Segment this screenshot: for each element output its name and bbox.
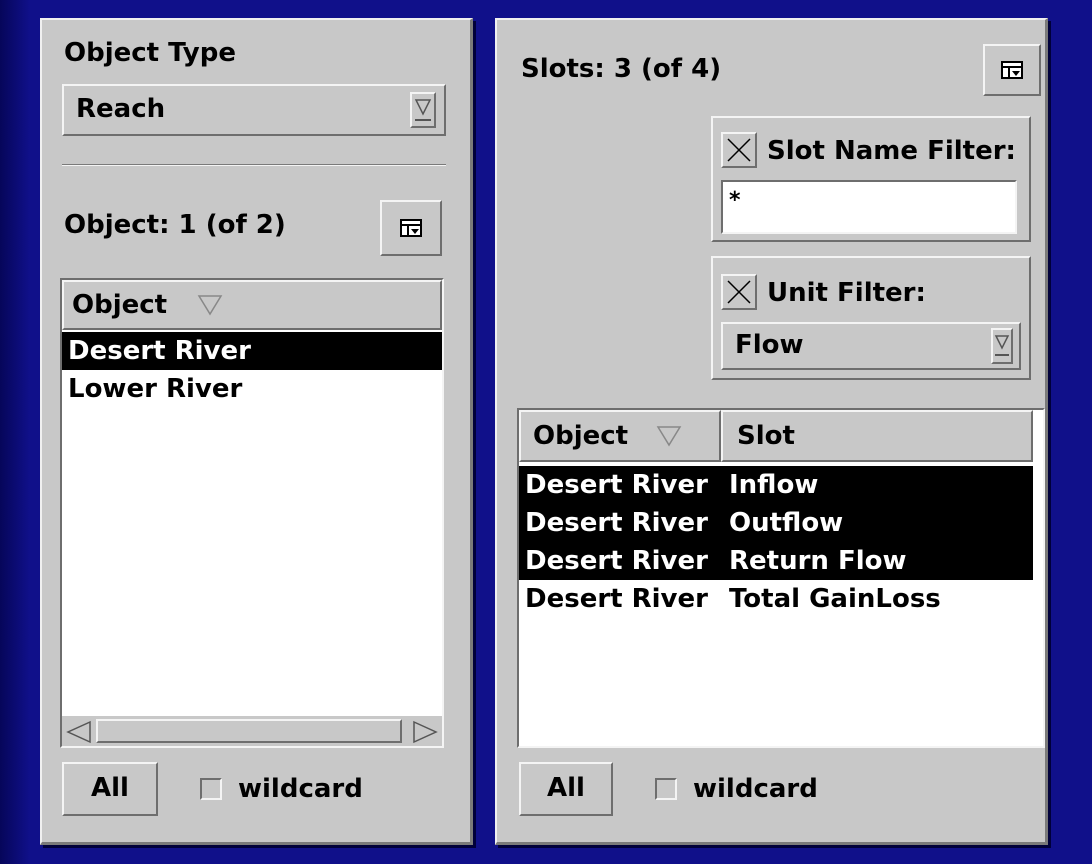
unit-filter-dropdown[interactable]: Flow (721, 322, 1021, 370)
row-slot: Outflow (729, 508, 844, 538)
object-count-label: Object: 1 (of 2) (64, 210, 286, 240)
select-all-slots-button[interactable]: All (519, 762, 613, 816)
all-button-label: All (91, 773, 129, 803)
slots-count-label: Slots: 3 (of 4) (521, 54, 722, 84)
table-menu-icon (1001, 61, 1023, 79)
close-x-icon (727, 280, 751, 304)
row-slot: Return Flow (729, 546, 907, 576)
table-row[interactable]: Desert River Return Flow (519, 542, 1033, 580)
object-type-dropdown[interactable]: Reach (62, 84, 446, 136)
object-wildcard-checkbox[interactable] (200, 778, 222, 800)
object-type-value: Reach (76, 94, 166, 124)
unit-filter-label: Unit Filter: (767, 278, 926, 308)
object-type-heading: Object Type (64, 38, 236, 68)
unit-filter-value: Flow (735, 330, 804, 360)
slot-column-header[interactable]: Slot (721, 410, 1033, 462)
slot-name-filter-toggle[interactable] (721, 132, 757, 168)
slot-table[interactable]: Object Slot Desert River Inflow Desert R… (517, 408, 1045, 748)
row-object: Desert River (525, 546, 708, 576)
slot-name-filter-group: Slot Name Filter: * (711, 116, 1031, 242)
slot-name-filter-label: Slot Name Filter: (767, 136, 1016, 166)
object-list[interactable]: Object Desert River Lower River (60, 278, 444, 748)
table-row[interactable]: Desert River Inflow (519, 466, 1033, 504)
close-x-icon (727, 138, 751, 162)
horizontal-scrollbar[interactable] (62, 716, 442, 746)
row-slot: Inflow (729, 470, 819, 500)
object-column-label: Object (72, 290, 168, 320)
table-row[interactable]: Desert River Outflow (519, 504, 1033, 542)
sort-down-icon (656, 426, 682, 447)
slot-wildcard-checkbox[interactable] (655, 778, 677, 800)
row-object: Desert River (525, 508, 708, 538)
slot-name-filter-input[interactable]: * (721, 180, 1017, 234)
table-row[interactable]: Desert River Total GainLoss (519, 580, 1033, 618)
slot-wildcard-label: wildcard (693, 774, 818, 804)
table-menu-icon (400, 219, 422, 237)
select-all-objects-button[interactable]: All (62, 762, 158, 816)
list-item-label: Desert River (68, 336, 251, 366)
slot-selection-panel: Slots: 3 (of 4) Slot Name Filter: * Unit… (495, 18, 1048, 845)
sort-down-icon (197, 295, 223, 316)
slot-name-filter-value: * (729, 188, 741, 213)
dropdown-arrow-icon[interactable] (410, 92, 436, 128)
object-column-header[interactable]: Object (519, 410, 721, 462)
slot-list-options-button[interactable] (983, 44, 1041, 96)
background-shade (0, 0, 30, 864)
divider (62, 164, 446, 166)
list-item[interactable]: Desert River (62, 332, 442, 370)
unit-filter-group: Unit Filter: Flow (711, 256, 1031, 380)
row-slot: Total GainLoss (729, 584, 941, 614)
all-button-label: All (547, 773, 585, 803)
row-object: Desert River (525, 584, 708, 614)
list-item[interactable]: Lower River (62, 370, 442, 408)
scroll-left-icon[interactable] (64, 720, 94, 744)
slot-column-label: Slot (737, 421, 795, 451)
scrollbar-thumb[interactable] (96, 719, 402, 743)
object-column-label: Object (533, 421, 629, 451)
row-object: Desert River (525, 470, 708, 500)
object-selection-panel: Object Type Reach Object: 1 (of 2) Objec… (40, 18, 473, 845)
object-wildcard-label: wildcard (238, 774, 363, 804)
object-list-options-button[interactable] (380, 200, 442, 256)
unit-filter-toggle[interactable] (721, 274, 757, 310)
list-item-label: Lower River (68, 374, 243, 404)
scroll-right-icon[interactable] (410, 720, 440, 744)
dropdown-arrow-icon[interactable] (991, 328, 1013, 364)
object-column-header[interactable]: Object (62, 280, 442, 330)
